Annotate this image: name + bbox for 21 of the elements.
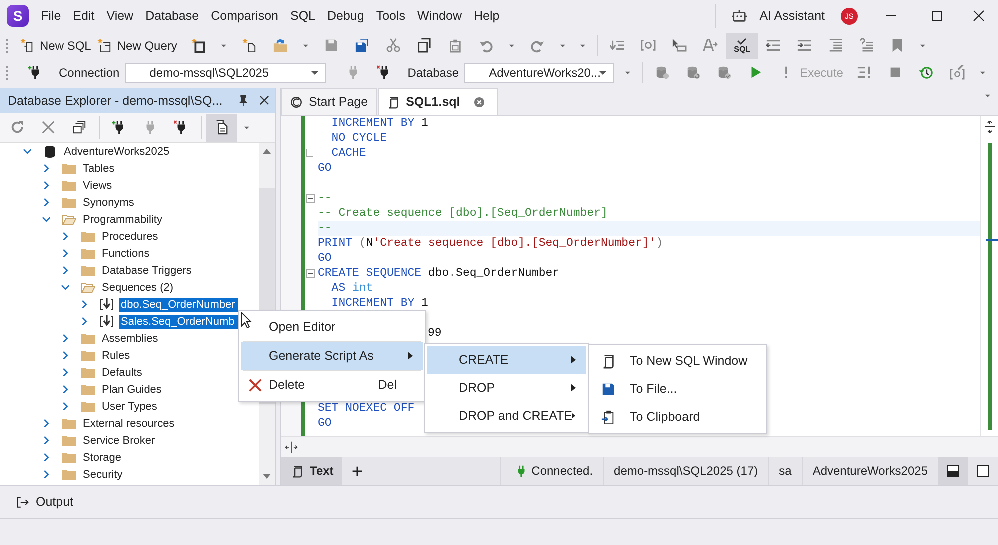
code-line: INCREMENT BY 1	[330, 296, 428, 311]
connection-status: Connected.	[532, 464, 594, 478]
connection-label: Connection	[59, 66, 120, 80]
code-line: CREATE SEQUENCE dbo.Seq_OrderNumber	[318, 266, 560, 281]
code-line: CACHE	[330, 146, 366, 161]
code-line: GO	[318, 251, 332, 266]
code-line: --	[318, 191, 332, 206]
database-label: Database	[408, 66, 460, 80]
code-line: NO CYCLE	[330, 131, 388, 146]
user-name: sa	[779, 464, 792, 478]
app-logo: S	[7, 5, 29, 27]
code-line: GO	[318, 161, 332, 176]
database-name: AdventureWorks2025	[812, 464, 928, 478]
code-line: SET NOEXEC OFF	[318, 401, 415, 416]
code-line: INCREMENT BY 1	[330, 116, 428, 131]
code-line: PRINT (N'Create sequence [dbo].[Seq_OrderNumber]')	[318, 236, 664, 251]
code-line: GO	[318, 416, 332, 431]
panel-title: Database Explorer - demo-mssql\SQ...	[8, 94, 224, 108]
code-line: -- Create sequence [dbo].[Seq_OrderNumber]	[318, 206, 608, 221]
code-line: AS int	[330, 281, 374, 296]
server-name: demo-mssql\SQL2025 (17)	[614, 464, 758, 478]
